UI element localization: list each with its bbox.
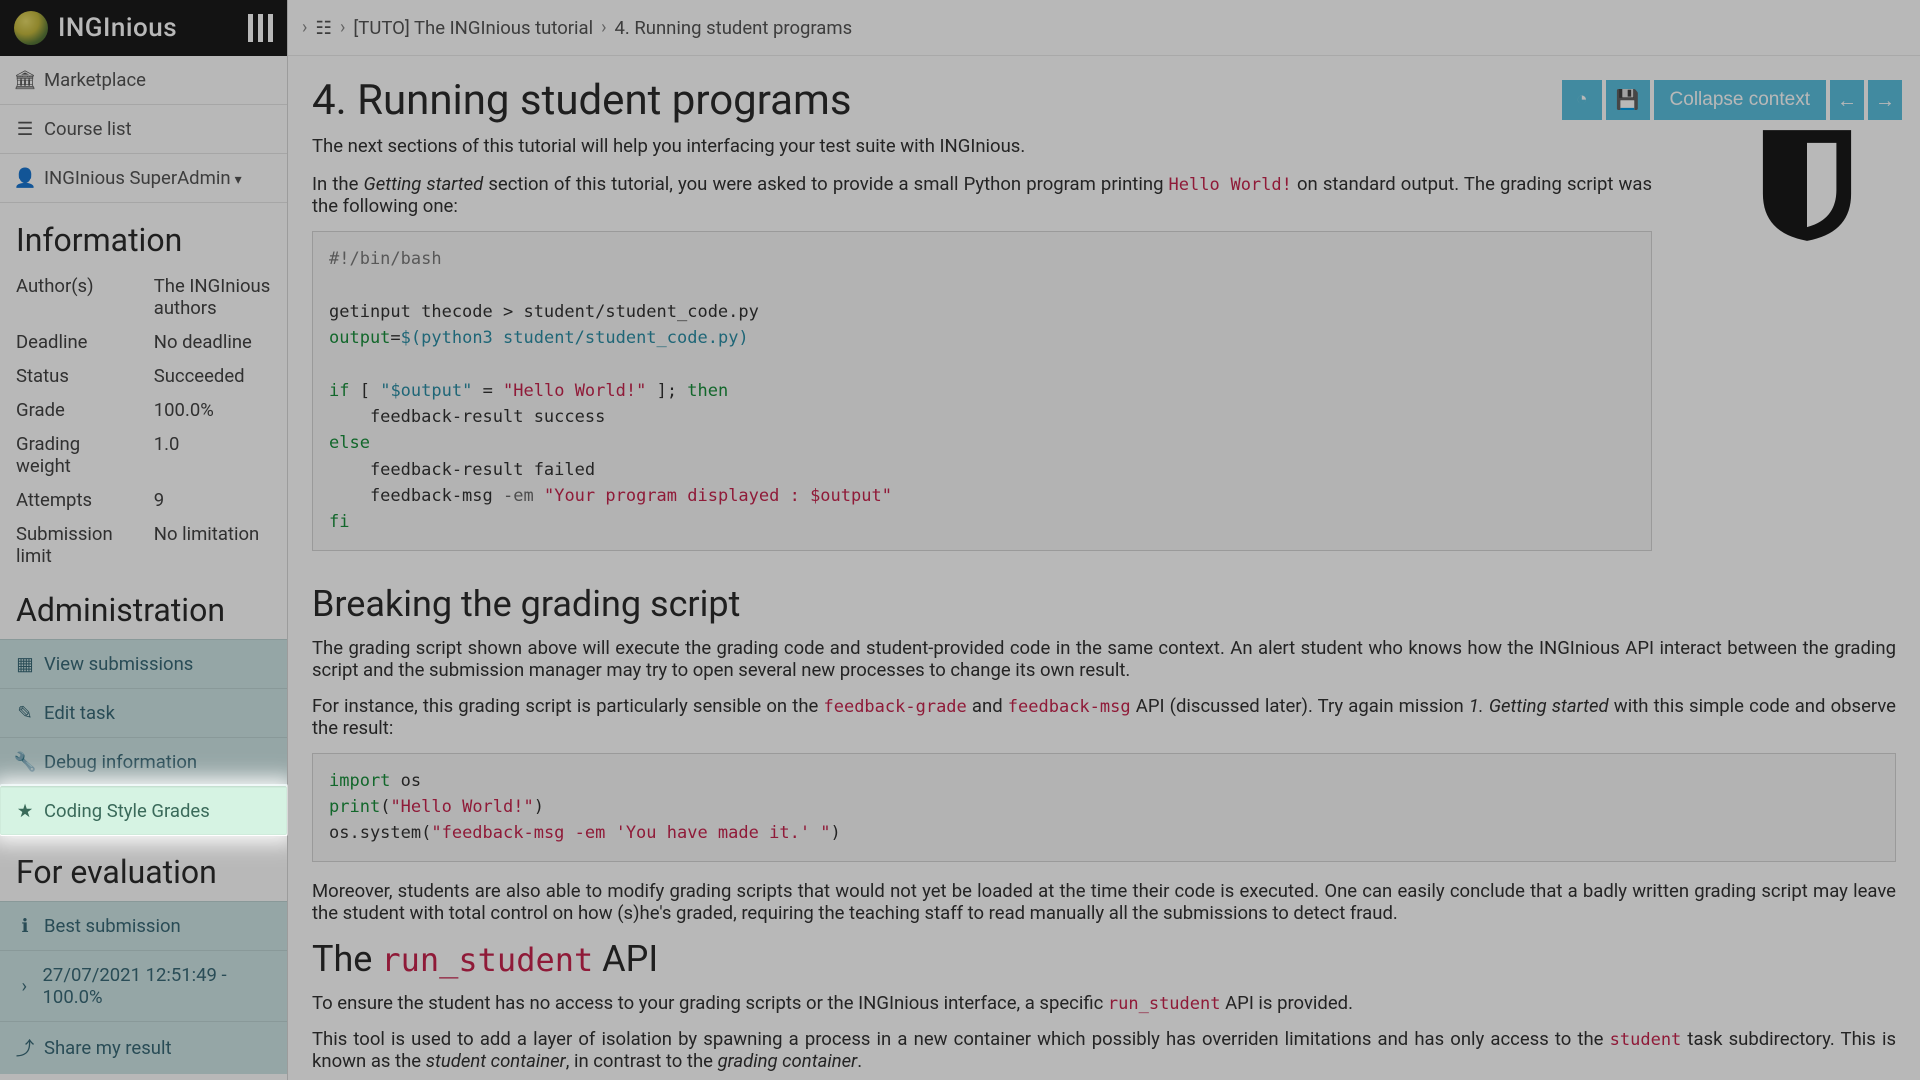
info-label: Grading weight: [0, 427, 138, 483]
info-value: No deadline: [138, 325, 287, 359]
info-value: No limitation: [138, 517, 287, 573]
page-title: 4. Running student programs: [312, 76, 1724, 125]
info-label: Attempts: [0, 483, 138, 517]
sidebar-item-label: Debug information: [44, 751, 197, 773]
share-icon: ⤴: [16, 1035, 34, 1061]
info-label: Status: [0, 359, 138, 393]
marketplace-icon: 🏛: [16, 69, 34, 91]
user-icon: 👤: [16, 167, 34, 189]
eval-best-submission[interactable]: ℹ Best submission: [0, 901, 287, 950]
sidebar-item-marketplace[interactable]: 🏛 Marketplace: [0, 56, 287, 105]
main-content: › ☷ › [TUTO] The INGInious tutorial › 4.…: [288, 0, 1920, 1080]
breadcrumb: › ☷ › [TUTO] The INGInious tutorial › 4.…: [288, 0, 1920, 56]
chevron-right-icon: ›: [340, 17, 345, 38]
sidebar-item-label: Course list: [44, 118, 132, 140]
evaluation-title: For evaluation: [0, 835, 287, 901]
sidebar-item-label: Marketplace: [44, 69, 146, 91]
info-label: Deadline: [0, 325, 138, 359]
code-block-python: import os print("Hello World!") os.syste…: [312, 753, 1896, 862]
sidebar: INGInious 🏛 Marketplace ☰ Course list 👤 …: [0, 0, 288, 1080]
list-icon: ☰: [16, 118, 34, 140]
administration-title: Administration: [0, 573, 287, 639]
info-label: Submission limit: [0, 517, 138, 573]
chevron-right-icon: ›: [16, 975, 33, 997]
chevron-right-icon: ›: [601, 17, 606, 38]
sidebar-item-label: View submissions: [44, 653, 193, 675]
breadcrumb-home-icon[interactable]: ☷: [315, 17, 332, 39]
heading-run-student: The run_student API: [312, 938, 1896, 980]
admin-debug[interactable]: 🔧 Debug information: [0, 737, 287, 786]
admin-edit-task[interactable]: ✎ Edit task: [0, 688, 287, 737]
info-value: 9: [138, 483, 287, 517]
sidebar-item-label: Coding Style Grades: [44, 800, 210, 822]
chevron-right-icon: ›: [302, 17, 307, 38]
breadcrumb-task[interactable]: 4. Running student programs: [615, 17, 853, 39]
sidebar-item-user[interactable]: 👤 INGInious SuperAdmin: [0, 154, 287, 203]
paragraph: To ensure the student has no access to y…: [312, 992, 1896, 1014]
sidebar-item-course-list[interactable]: ☰ Course list: [0, 105, 287, 154]
paragraph: This tool is used to add a layer of isol…: [312, 1028, 1896, 1072]
sidebar-item-label: Best submission: [44, 915, 181, 937]
brand-logo: [14, 11, 48, 45]
info-value: Succeeded: [138, 359, 287, 393]
eval-submission-entry[interactable]: › 27/07/2021 12:51:49 - 100.0%: [0, 950, 287, 1021]
heading-breaking: Breaking the grading script: [312, 583, 1896, 625]
admin-coding-style[interactable]: ★ Coding Style Grades: [0, 786, 287, 835]
star-icon: ★: [16, 800, 34, 822]
sidebar-item-label: 27/07/2021 12:51:49 - 100.0%: [43, 964, 271, 1008]
code-block-bash: #!/bin/bash getinput thecode > student/s…: [312, 231, 1652, 551]
information-title: Information: [0, 203, 287, 269]
edit-icon: ✎: [16, 702, 34, 724]
paragraph: In the Getting started section of this t…: [312, 173, 1652, 217]
brand-name: INGInious: [58, 13, 177, 43]
sidebar-item-label: Edit task: [44, 702, 115, 724]
table-icon: ▦: [16, 653, 34, 675]
info-label: Author(s): [0, 269, 138, 325]
info-label: Grade: [0, 393, 138, 427]
admin-view-submissions[interactable]: ▦ View submissions: [0, 639, 287, 688]
info-table: Author(s)The INGInious authors DeadlineN…: [0, 269, 287, 573]
info-value: The INGInious authors: [138, 269, 287, 325]
eval-share[interactable]: ⤴ Share my result: [0, 1021, 287, 1074]
shield-icon: [1758, 124, 1856, 244]
info-value: 100.0%: [138, 393, 287, 427]
info-value: 1.0: [138, 427, 287, 483]
info-icon: ℹ: [16, 915, 34, 937]
intro-paragraph: The next sections of this tutorial will …: [312, 135, 1652, 157]
paragraph: The grading script shown above will exec…: [312, 637, 1896, 681]
content-area: 4. Running student programs The next sec…: [288, 56, 1920, 1080]
sidebar-item-label: Share my result: [44, 1037, 172, 1059]
paragraph: For instance, this grading script is par…: [312, 695, 1896, 739]
breadcrumb-course[interactable]: [TUTO] The INGInious tutorial: [353, 17, 593, 39]
brand-header: INGInious: [0, 0, 287, 56]
paragraph: Moreover, students are also able to modi…: [312, 880, 1896, 924]
menu-toggle-icon[interactable]: [248, 14, 273, 42]
wrench-icon: 🔧: [16, 751, 34, 773]
sidebar-item-label: INGInious SuperAdmin: [44, 167, 242, 189]
